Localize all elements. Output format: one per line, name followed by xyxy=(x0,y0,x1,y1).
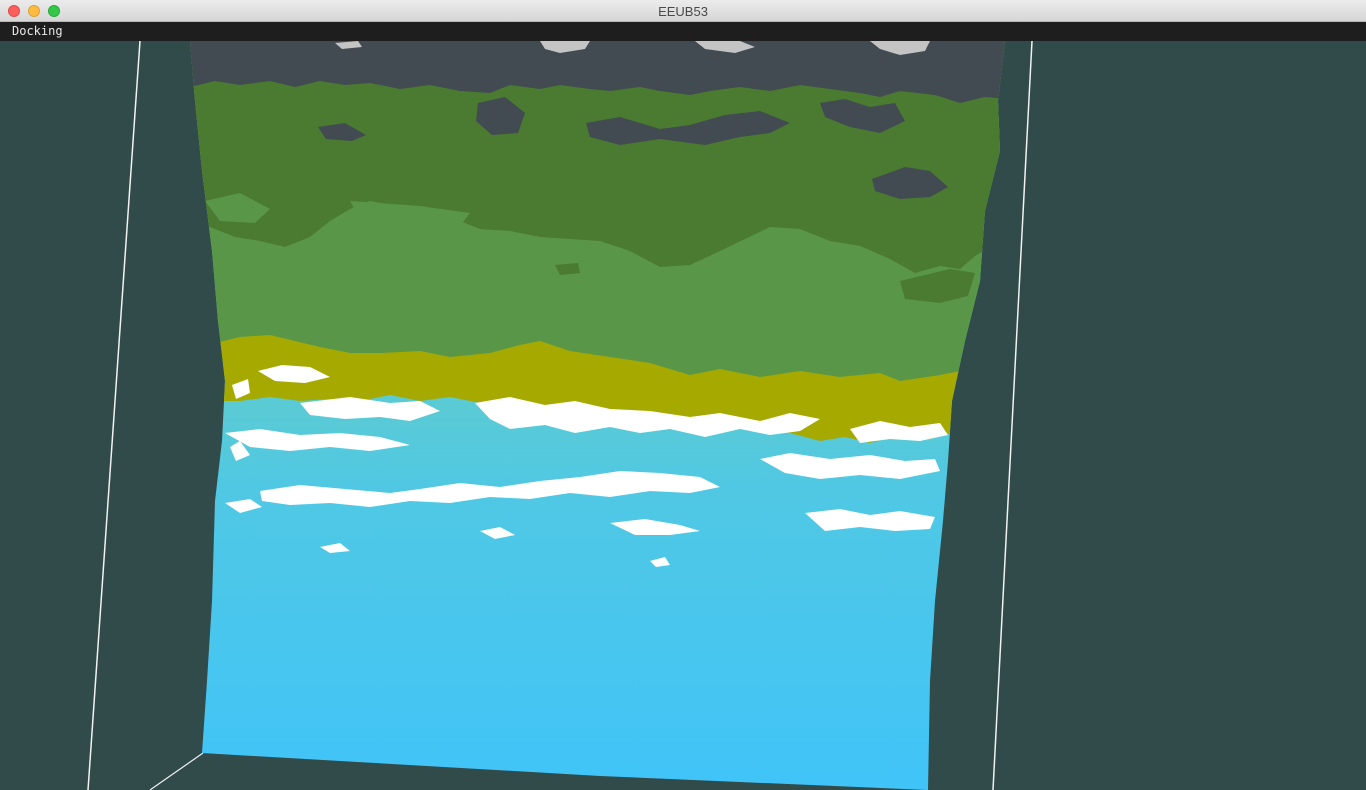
menu-bar: Docking xyxy=(0,22,1366,41)
menu-item-docking[interactable]: Docking xyxy=(12,24,63,38)
window-titlebar[interactable]: EEUB53 xyxy=(0,0,1366,22)
3d-viewport[interactable] xyxy=(0,41,1366,790)
terrain-surface xyxy=(190,41,1005,790)
window-title: EEUB53 xyxy=(658,4,708,19)
terrain-scene xyxy=(0,41,1366,790)
